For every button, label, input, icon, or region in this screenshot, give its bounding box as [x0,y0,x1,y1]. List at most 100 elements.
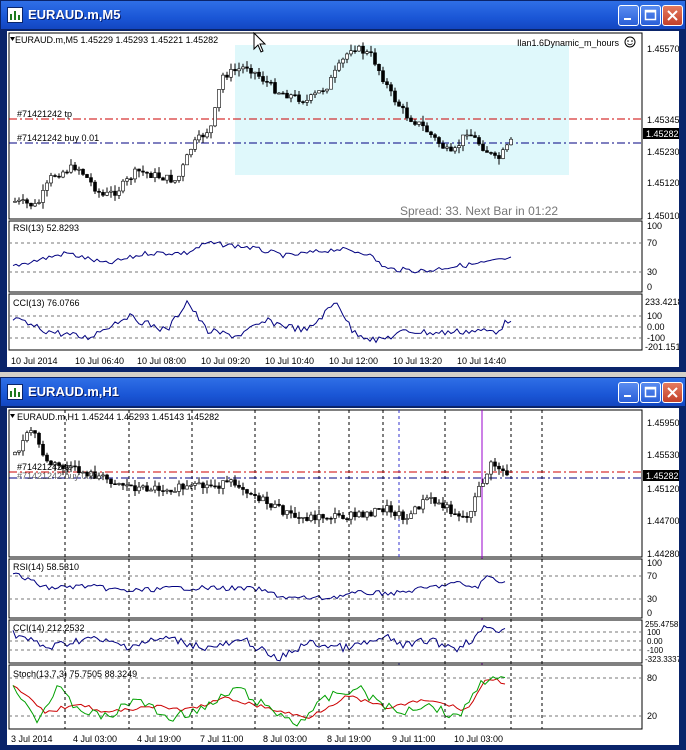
h1-candle [121,483,125,486]
h1-candle [169,489,173,493]
h1-candle [425,497,429,500]
h1-candle [301,516,305,519]
m5-candle [205,132,209,138]
m5-candle [49,175,53,184]
h1-candle [21,440,25,452]
m5-candle [229,69,233,78]
m5-candle [469,134,473,137]
m5-candle [65,171,69,174]
m5-candle [385,81,389,85]
spread-text: Spread: 33. Next Bar in 01:22 [400,204,558,218]
h1-candle [393,511,397,517]
maximize-button[interactable] [640,5,661,26]
stoch-axis-80: 80 [647,673,657,683]
rsi-panel-h1[interactable] [8,558,643,619]
m5-candle [97,190,101,193]
h1-candle [273,503,277,508]
m5-candle [425,125,429,133]
m5-candle [493,152,497,156]
cci-axis-100: 100 [647,311,662,321]
cci-panel-m5[interactable] [8,293,643,351]
m5-candle [429,131,433,136]
h1-candle [197,482,201,485]
close-button[interactable] [662,5,683,26]
chart-window-h1[interactable]: EURAUD.m,H1 EURAUD.m,H1 1.45244 1.45293 … [0,377,686,750]
chart-canvas-h1[interactable]: EURAUD.m,H1 1.45244 1.45293 1.45143 1.45… [7,408,682,745]
m5-candle [325,88,329,92]
rsi-axis-0: 0 [647,282,652,292]
svg-text:8 Jul 19:00: 8 Jul 19:00 [327,734,371,744]
m5-candle [453,147,457,152]
m5-candle [225,74,229,78]
svg-text:10 Jul 03:00: 10 Jul 03:00 [454,734,503,744]
m5-candle [481,143,485,151]
cci-label: CCI(14) 212.2532 [13,623,85,633]
h1-candle [357,511,361,518]
svg-text:10 Jul 14:40: 10 Jul 14:40 [457,356,506,366]
m5-candle [313,92,317,95]
m5-candle [473,135,477,138]
h1-candle [245,489,249,494]
m5-candle [245,66,249,69]
h1-candle [381,508,385,513]
buy-label: #71421242 buy 0.01 [17,133,99,143]
minimize-button[interactable] [618,382,639,403]
chart-area-h1[interactable]: EURAUD.m,H1 1.45244 1.45293 1.45143 1.45… [7,408,682,745]
m5-candle [461,134,465,146]
h1-candle [385,505,389,513]
h1-candle [309,514,313,521]
svg-text:1.45345: 1.45345 [647,115,679,125]
m5-candle [501,149,505,159]
h1-candle [33,430,37,434]
cci-axis-minus100: -100 [647,646,664,655]
m5-candle [253,71,257,74]
m5-candle [29,202,33,207]
m5-candle [285,92,289,99]
symbol-info: EURAUD.m,M5 1.45229 1.45293 1.45221 1.45… [15,35,218,45]
m5-candle [113,190,117,196]
minimize-button[interactable] [618,5,639,26]
h1-candle [145,485,149,492]
h1-candle [353,511,357,518]
svg-text:10 Jul 06:40: 10 Jul 06:40 [75,356,124,366]
m5-candle [317,90,321,94]
h1-candle [329,517,333,520]
h1-candle [149,489,153,492]
svg-text:1.45010: 1.45010 [647,211,679,221]
chart-canvas-m5[interactable]: EURAUD.m,M5 1.45229 1.45293 1.45221 1.45… [7,31,683,367]
m5-candle [21,199,25,202]
window-title: EURAUD.m,M5 [28,7,121,22]
h1-candle [117,483,121,485]
h1-candle [125,484,129,487]
h1-candle [317,514,321,521]
chart-window-icon [7,7,23,23]
close-button[interactable] [662,382,683,403]
title-bar-m5[interactable]: EURAUD.m,M5 [1,1,685,29]
m5-candle [509,138,513,146]
maximize-button[interactable] [640,382,661,403]
cci-axis-min: -323.3337 [645,655,679,664]
cci-axis-0: 0.00 [647,322,665,332]
chart-area-m5[interactable]: EURAUD.m,M5 1.45229 1.45293 1.45221 1.45… [7,31,683,367]
h1-candle [269,503,273,508]
m5-candle [301,101,305,103]
h1-candle [453,513,457,516]
m5-candle [361,45,365,54]
chart-window-icon [7,384,23,400]
m5-candle [345,53,349,60]
tp-label: #71421242 tp [17,109,72,119]
m5-candle [277,92,281,95]
title-bar-h1[interactable]: EURAUD.m,H1 [1,378,685,406]
h1-candle [13,451,17,456]
h1-candle [377,508,381,510]
h1-candle [449,504,453,515]
rsi-panel-m5[interactable] [8,220,643,293]
chart-window-m5[interactable]: EURAUD.m,M5 EURAUD.m,M5 1.45229 1.45293 … [0,0,686,372]
price-panel-h1[interactable] [8,409,643,558]
m5-candle [73,164,77,171]
h1-candle [397,511,401,517]
h1-candle [429,497,433,499]
m5-candle [445,146,449,149]
h1-candle [505,470,509,476]
m5-candle [109,190,113,193]
